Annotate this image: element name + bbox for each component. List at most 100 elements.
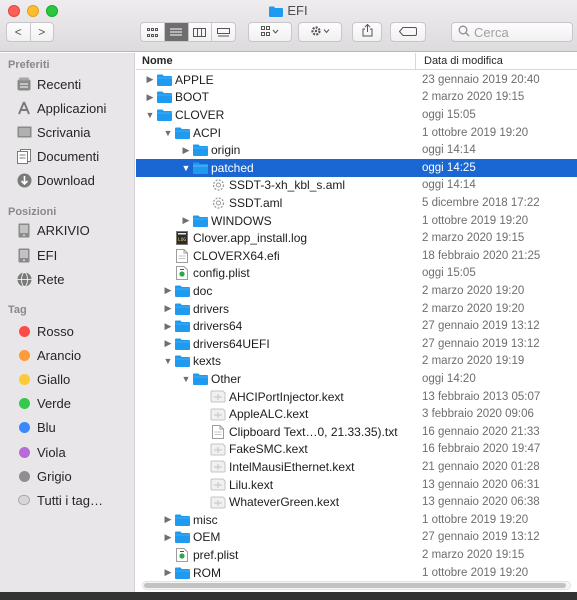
sidebar-item-applicazioni[interactable]: Applicazioni xyxy=(16,99,106,117)
sidebar-tag-arancio[interactable]: Arancio xyxy=(16,346,81,364)
sidebar-section-tags: Tag xyxy=(8,304,27,316)
folder-row[interactable]: ▼ Other oggi 14:20 xyxy=(136,370,577,388)
list-view-button[interactable] xyxy=(164,23,189,41)
folder-row[interactable]: ▶ WINDOWS 1 ottobre 2019 19:20 xyxy=(136,212,577,230)
disclosure-collapsed-icon[interactable]: ▶ xyxy=(145,92,155,103)
disclosure-collapsed-icon[interactable]: ▶ xyxy=(163,532,173,543)
disclosure-expanded-icon[interactable]: ▼ xyxy=(181,163,191,173)
disclosure-collapsed-icon[interactable]: ▶ xyxy=(145,74,155,85)
file-row[interactable]: WhateverGreen.kext 13 gennaio 2020 06:38 xyxy=(136,493,577,511)
icon-view-button[interactable] xyxy=(141,23,165,41)
disclosure-collapsed-icon[interactable]: ▶ xyxy=(181,145,191,156)
folder-row[interactable]: ▼ ACPI 1 ottobre 2019 19:20 xyxy=(136,124,577,142)
file-row[interactable]: AppleALC.kext 3 febbraio 2020 09:06 xyxy=(136,405,577,423)
sidebar-item-efi[interactable]: EFI xyxy=(16,246,57,264)
sidebar-tag-grigio[interactable]: Grigio xyxy=(16,467,72,485)
action-button[interactable] xyxy=(298,22,342,42)
file-row[interactable]: IntelMausiEthernet.kext 21 gennaio 2020 0… xyxy=(136,458,577,476)
horizontal-scrollbar[interactable] xyxy=(142,581,571,590)
disclosure-expanded-icon[interactable]: ▼ xyxy=(181,374,191,384)
row-name: Other xyxy=(211,371,242,386)
folder-row[interactable]: ▶ origin oggi 14:14 xyxy=(136,141,577,159)
folder-row[interactable]: ▶ drivers64UEFI 27 gennaio 2019 13:12 xyxy=(136,335,577,353)
disclosure-collapsed-icon[interactable]: ▶ xyxy=(163,567,173,578)
sidebar-item-documenti[interactable]: Documenti xyxy=(16,147,99,165)
folder-row[interactable]: ▶ doc 2 marzo 2020 19:20 xyxy=(136,282,577,300)
disclosure-collapsed-icon[interactable]: ▶ xyxy=(181,215,191,226)
folder-row[interactable]: ▶ APPLE 23 gennaio 2019 20:40 xyxy=(136,71,577,89)
disclosure-collapsed-icon[interactable]: ▶ xyxy=(163,285,173,296)
share-button[interactable] xyxy=(352,22,382,42)
sidebar-tag-rosso[interactable]: Rosso xyxy=(16,322,74,340)
folder-icon xyxy=(156,90,172,104)
file-row[interactable]: SSDT.aml 5 dicembre 2018 17:22 xyxy=(136,194,577,212)
sidebar-tag-viola[interactable]: Viola xyxy=(16,443,66,461)
row-name: origin xyxy=(211,143,241,158)
column-view-button[interactable] xyxy=(189,23,213,41)
sidebar-item-scrivania[interactable]: Scrivania xyxy=(16,123,90,141)
sidebar-item-label: Documenti xyxy=(37,148,100,164)
sidebar-item-arkivio[interactable]: ARKIVIO xyxy=(16,221,90,239)
folder-row[interactable]: ▶ drivers64 27 gennaio 2019 13:12 xyxy=(136,317,577,335)
disclosure-collapsed-icon[interactable]: ▶ xyxy=(163,514,173,525)
row-name: IntelMausiEthernet.kext xyxy=(229,459,355,474)
sidebar-item-label: Recenti xyxy=(37,76,82,92)
folder-row[interactable]: ▶ OEM 27 gennaio 2019 13:12 xyxy=(136,529,577,547)
row-date: 2 marzo 2020 19:20 xyxy=(422,302,525,315)
sidebar-item-label: Rete xyxy=(37,271,65,287)
forward-button[interactable]: > xyxy=(31,23,54,41)
disclosure-collapsed-icon[interactable]: ▶ xyxy=(163,338,173,349)
row-name: pref.plist xyxy=(193,547,239,562)
sidebar-item-recenti[interactable]: Recenti xyxy=(16,75,81,93)
folder-row[interactable]: ▼ kexts 2 marzo 2020 19:19 xyxy=(136,353,577,371)
sidebar-tag-blu[interactable]: Blu xyxy=(16,418,56,436)
sidebar: Preferiti Recenti Applicazioni Scrivania… xyxy=(0,53,135,600)
doc-icon xyxy=(210,424,226,439)
file-row[interactable]: FakeSMC.kext 16 febbraio 2020 19:47 xyxy=(136,441,577,459)
folder-row[interactable]: ▼ CLOVER oggi 15:05 xyxy=(136,106,577,124)
disclosure-collapsed-icon[interactable]: ▶ xyxy=(163,321,173,332)
file-row[interactable]: LOG Clover.app_install.log 2 marzo 2020 19… xyxy=(136,229,577,247)
search-field[interactable]: Cerca xyxy=(451,22,573,42)
disclosure-expanded-icon[interactable]: ▼ xyxy=(163,356,173,366)
folder-row[interactable]: ▶ ROM 1 ottobre 2019 19:20 xyxy=(136,564,577,582)
all-tags-icon xyxy=(18,495,30,505)
kext-icon xyxy=(210,390,226,404)
file-row[interactable]: pref.plist 2 marzo 2020 19:15 xyxy=(136,546,577,564)
file-row[interactable]: Lilu.kext 13 gennaio 2020 06:31 xyxy=(136,476,577,494)
sidebar-tag-all-tags[interactable]: Tutti i tag… xyxy=(16,491,103,509)
folder-row[interactable]: ▶ BOOT 2 marzo 2020 19:15 xyxy=(136,89,577,107)
folder-row[interactable]: ▼ patched oggi 14:25 xyxy=(136,159,577,177)
back-button[interactable]: < xyxy=(7,23,31,41)
row-name: AppleALC.kext xyxy=(229,407,309,422)
column-header-date[interactable]: Data di modifica xyxy=(415,53,577,70)
tag-button[interactable] xyxy=(390,22,426,42)
sidebar-item-label: Download xyxy=(37,172,95,188)
sidebar-item-download[interactable]: Download xyxy=(16,171,95,189)
row-name: drivers64UEFI xyxy=(193,336,270,351)
tag-color-dot xyxy=(18,325,30,337)
disclosure-expanded-icon[interactable]: ▼ xyxy=(145,110,155,120)
gallery-view-button[interactable] xyxy=(212,23,235,41)
drive-icon xyxy=(16,247,32,263)
file-row[interactable]: SSDT-3-xh_kbl_s.aml oggi 14:14 xyxy=(136,177,577,195)
sidebar-tag-verde[interactable]: Verde xyxy=(16,394,71,412)
sidebar-tag-giallo[interactable]: Giallo xyxy=(16,370,70,388)
scrollbar-thumb[interactable] xyxy=(144,583,566,588)
folder-row[interactable]: ▶ misc 1 ottobre 2019 19:20 xyxy=(136,511,577,529)
file-row[interactable]: CLOVERX64.efi 18 febbraio 2020 21:25 xyxy=(136,247,577,265)
row-date: 13 gennaio 2020 06:31 xyxy=(422,478,540,491)
sidebar-item-rete[interactable]: Rete xyxy=(16,270,64,288)
search-icon xyxy=(458,25,470,40)
folder-row[interactable]: ▶ drivers 2 marzo 2020 19:20 xyxy=(136,300,577,318)
disclosure-expanded-icon[interactable]: ▼ xyxy=(163,128,173,138)
group-button[interactable] xyxy=(248,22,292,42)
file-row[interactable]: AHCIPortInjector.kext 13 febbraio 2013 05… xyxy=(136,388,577,406)
kext-icon xyxy=(210,495,226,509)
file-row[interactable]: config.plist oggi 15:05 xyxy=(136,265,577,283)
disclosure-collapsed-icon[interactable]: ▶ xyxy=(163,303,173,314)
column-header-name[interactable]: Nome xyxy=(142,55,173,67)
kext-icon xyxy=(210,442,226,456)
file-row[interactable]: Clipboard Text…0, 21.33.35).txt 16 gennai… xyxy=(136,423,577,441)
tag-icon xyxy=(398,25,417,39)
